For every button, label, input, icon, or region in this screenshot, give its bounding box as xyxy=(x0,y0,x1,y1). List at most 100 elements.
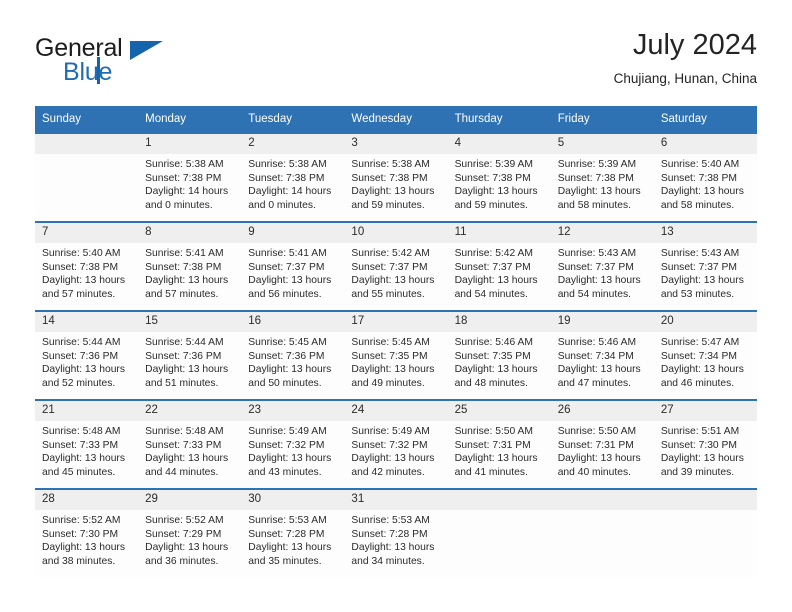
day-number: 21 xyxy=(35,401,139,421)
daylight-hours: Daylight: 13 hours xyxy=(557,186,641,198)
day-number: 4 xyxy=(447,134,551,154)
day-number: 26 xyxy=(550,401,654,421)
calendar-day-cell[interactable]: 13 Sunrise: 5:43 AM Sunset: 7:37 PM Dayligh… xyxy=(653,221,757,311)
calendar-day-cell[interactable]: 28 Sunrise: 5:52 AM Sunset: 7:30 PM Dayligh… xyxy=(35,488,139,577)
sunrise-time: Sunrise: 5:50 AM xyxy=(454,426,533,437)
day-number xyxy=(550,490,654,510)
day-number: 14 xyxy=(35,312,139,332)
sunset-time: Sunset: 7:37 PM xyxy=(351,261,428,273)
day-number: 19 xyxy=(550,312,654,332)
calendar-day-cell[interactable]: 5 Sunrise: 5:39 AM Sunset: 7:38 PM Daylight… xyxy=(550,132,654,222)
calendar-day-cell[interactable]: 10 Sunrise: 5:42 AM Sunset: 7:37 PM Dayligh… xyxy=(344,221,448,311)
day-details xyxy=(551,510,654,577)
sunset-time: Sunset: 7:30 PM xyxy=(660,439,737,451)
sunrise-time: Sunrise: 5:49 AM xyxy=(248,426,327,437)
daylight-hours: Daylight: 13 hours xyxy=(145,542,229,554)
calendar-day-cell[interactable]: 4 Sunrise: 5:39 AM Sunset: 7:38 PM Daylight… xyxy=(447,132,551,222)
calendar-day-cell[interactable]: 27 Sunrise: 5:51 AM Sunset: 7:30 PM Dayligh… xyxy=(653,399,757,489)
daylight-minutes: and 48 minutes. xyxy=(454,377,528,389)
calendar-day-cell[interactable]: 23 Sunrise: 5:49 AM Sunset: 7:32 PM Dayligh… xyxy=(241,399,345,489)
daylight-minutes: and 43 minutes. xyxy=(248,466,322,478)
calendar-day-cell[interactable]: 2 Sunrise: 5:38 AM Sunset: 7:38 PM Daylight… xyxy=(241,132,345,222)
day-details: Sunrise: 5:49 AM Sunset: 7:32 PM Daylight:… xyxy=(241,421,344,488)
calendar-day-cell[interactable]: 21 Sunrise: 5:48 AM Sunset: 7:33 PM Dayligh… xyxy=(35,399,139,489)
sunset-time: Sunset: 7:32 PM xyxy=(248,439,325,451)
day-number xyxy=(35,134,139,154)
sunrise-time: Sunrise: 5:44 AM xyxy=(42,337,121,348)
day-number: 8 xyxy=(138,223,242,243)
day-details: Sunrise: 5:43 AM Sunset: 7:37 PM Daylight:… xyxy=(654,243,757,310)
daylight-hours: Daylight: 13 hours xyxy=(557,364,641,376)
day-number: 10 xyxy=(344,223,448,243)
daylight-minutes: and 39 minutes. xyxy=(660,466,735,478)
sunrise-time: Sunrise: 5:51 AM xyxy=(660,426,740,437)
sunrise-time: Sunrise: 5:43 AM xyxy=(557,248,637,259)
sunset-time: Sunset: 7:37 PM xyxy=(660,261,737,273)
daylight-minutes: and 41 minutes. xyxy=(454,466,528,478)
day-details: Sunrise: 5:50 AM Sunset: 7:31 PM Daylight:… xyxy=(551,421,654,488)
sunrise-time: Sunrise: 5:49 AM xyxy=(351,426,430,437)
sunset-time: Sunset: 7:38 PM xyxy=(351,172,428,184)
calendar-day-cell[interactable]: 11 Sunrise: 5:42 AM Sunset: 7:37 PM Dayligh… xyxy=(447,221,551,311)
day-number: 20 xyxy=(653,312,757,332)
weekday-header-thursday: Thursday xyxy=(447,106,551,133)
daylight-minutes: and 54 minutes. xyxy=(557,288,631,300)
day-details: Sunrise: 5:51 AM Sunset: 7:30 PM Daylight:… xyxy=(654,421,757,488)
daylight-minutes: and 0 minutes. xyxy=(145,199,213,211)
day-number xyxy=(653,490,757,510)
daylight-hours: Daylight: 13 hours xyxy=(454,275,538,287)
daylight-hours: Daylight: 13 hours xyxy=(42,542,125,554)
calendar-day-cell[interactable]: 12 Sunrise: 5:43 AM Sunset: 7:37 PM Dayligh… xyxy=(550,221,654,311)
calendar-day-cell[interactable]: 31 Sunrise: 5:53 AM Sunset: 7:28 PM Dayligh… xyxy=(344,488,448,577)
sunrise-time: Sunrise: 5:42 AM xyxy=(454,248,533,259)
calendar-day-cell[interactable]: 30 Sunrise: 5:53 AM Sunset: 7:28 PM Dayligh… xyxy=(241,488,345,577)
calendar-day-cell[interactable]: 20 Sunrise: 5:47 AM Sunset: 7:34 PM Dayligh… xyxy=(653,310,757,400)
daylight-minutes: and 50 minutes. xyxy=(248,377,322,389)
calendar-day-cell-empty xyxy=(35,132,139,222)
calendar-day-cell[interactable]: 26 Sunrise: 5:50 AM Sunset: 7:31 PM Dayligh… xyxy=(550,399,654,489)
daylight-hours: Daylight: 13 hours xyxy=(248,364,332,376)
calendar-day-cell[interactable]: 24 Sunrise: 5:49 AM Sunset: 7:32 PM Dayligh… xyxy=(344,399,448,489)
weekday-header-row: Sunday Monday Tuesday Wednesday Thursday… xyxy=(35,106,757,133)
calendar-day-cell[interactable]: 9 Sunrise: 5:41 AM Sunset: 7:37 PM Daylight… xyxy=(241,221,345,311)
calendar-day-cell[interactable]: 16 Sunrise: 5:45 AM Sunset: 7:36 PM Dayligh… xyxy=(241,310,345,400)
calendar-day-cell[interactable]: 1 Sunrise: 5:38 AM Sunset: 7:38 PM Daylight… xyxy=(138,132,242,222)
calendar-day-cell[interactable]: 25 Sunrise: 5:50 AM Sunset: 7:31 PM Dayligh… xyxy=(447,399,551,489)
day-details: Sunrise: 5:38 AM Sunset: 7:38 PM Daylight:… xyxy=(138,154,241,221)
calendar-day-cell[interactable]: 3 Sunrise: 5:38 AM Sunset: 7:38 PM Daylight… xyxy=(344,132,448,222)
day-details: Sunrise: 5:52 AM Sunset: 7:29 PM Daylight:… xyxy=(138,510,241,577)
day-details: Sunrise: 5:46 AM Sunset: 7:34 PM Daylight:… xyxy=(551,332,654,399)
calendar-day-cell[interactable]: 14 Sunrise: 5:44 AM Sunset: 7:36 PM Dayligh… xyxy=(35,310,139,400)
calendar-day-cell[interactable]: 17 Sunrise: 5:45 AM Sunset: 7:35 PM Dayligh… xyxy=(344,310,448,400)
day-details: Sunrise: 5:44 AM Sunset: 7:36 PM Daylight:… xyxy=(35,332,138,399)
day-details: Sunrise: 5:42 AM Sunset: 7:37 PM Daylight:… xyxy=(448,243,551,310)
calendar-day-cell[interactable]: 18 Sunrise: 5:46 AM Sunset: 7:35 PM Dayligh… xyxy=(447,310,551,400)
day-details xyxy=(654,510,757,577)
sunrise-time: Sunrise: 5:42 AM xyxy=(351,248,430,259)
brand-logo[interactable]: General Blue xyxy=(35,34,215,90)
daylight-minutes: and 47 minutes. xyxy=(557,377,631,389)
calendar-day-cell[interactable]: 29 Sunrise: 5:52 AM Sunset: 7:29 PM Dayligh… xyxy=(138,488,242,577)
calendar-day-cell[interactable]: 7 Sunrise: 5:40 AM Sunset: 7:38 PM Daylight… xyxy=(35,221,139,311)
day-number: 3 xyxy=(344,134,448,154)
title-block: July 2024 Chujiang, Hunan, China xyxy=(614,28,757,88)
day-details: Sunrise: 5:52 AM Sunset: 7:30 PM Daylight:… xyxy=(35,510,138,577)
calendar-day-cell[interactable]: 8 Sunrise: 5:41 AM Sunset: 7:38 PM Daylight… xyxy=(138,221,242,311)
calendar-day-cell[interactable]: 15 Sunrise: 5:44 AM Sunset: 7:36 PM Dayligh… xyxy=(138,310,242,400)
day-number: 9 xyxy=(241,223,345,243)
daylight-minutes: and 59 minutes. xyxy=(351,199,425,211)
sunrise-time: Sunrise: 5:52 AM xyxy=(42,515,121,526)
daylight-minutes: and 46 minutes. xyxy=(660,377,735,389)
sunrise-time: Sunrise: 5:48 AM xyxy=(145,426,224,437)
calendar-day-cell[interactable]: 22 Sunrise: 5:48 AM Sunset: 7:33 PM Dayligh… xyxy=(138,399,242,489)
triangle-icon xyxy=(130,41,163,60)
calendar-day-cell[interactable]: 6 Sunrise: 5:40 AM Sunset: 7:38 PM Daylight… xyxy=(653,132,757,222)
calendar-day-cell[interactable]: 19 Sunrise: 5:46 AM Sunset: 7:34 PM Dayligh… xyxy=(550,310,654,400)
sunrise-time: Sunrise: 5:38 AM xyxy=(248,159,327,170)
daylight-minutes: and 56 minutes. xyxy=(248,288,322,300)
daylight-hours: Daylight: 13 hours xyxy=(454,364,538,376)
daylight-minutes: and 0 minutes. xyxy=(248,199,316,211)
calendar-day-cell-empty xyxy=(550,488,654,577)
page-header: General Blue July 2024 Chujiang, Hunan, … xyxy=(35,28,757,98)
sunrise-time: Sunrise: 5:44 AM xyxy=(145,337,224,348)
